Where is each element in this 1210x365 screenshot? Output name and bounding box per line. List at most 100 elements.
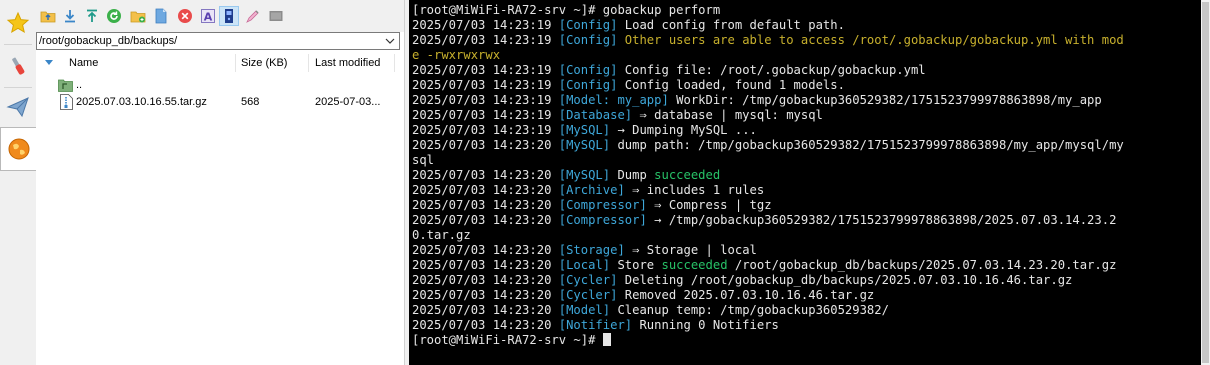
terminal-text: [root@MiWiFi-RA72-srv ~]# <box>412 333 603 347</box>
terminal-text: Dump <box>610 168 655 182</box>
scrollbar-thumb[interactable] <box>1202 2 1209 363</box>
terminal-text: WorkDir: /tmp/gobackup360529382/17515237… <box>668 93 1102 107</box>
terminal-line: 2025/07/03 14:23:19 [MySQL] → Dumping My… <box>412 123 1124 138</box>
terminal-text: Removed 2025.07.03.10.16.46.tar.gz <box>617 288 875 302</box>
terminal-line: 2025/07/03 14:23:20 [Archive] ⇒ includes… <box>412 183 1124 198</box>
edit-icon <box>246 10 259 23</box>
tab-send[interactable] <box>1 86 35 128</box>
delete-button[interactable] <box>175 6 195 26</box>
terminal-line: [root@MiWiFi-RA72-srv ~]# <box>412 333 1124 348</box>
hidden-files-button[interactable] <box>266 6 286 26</box>
terminal-follow-icon <box>225 9 233 23</box>
column-size[interactable]: Size (KB) <box>241 52 287 74</box>
log-tag: [Compressor] <box>558 213 647 227</box>
column-name[interactable]: Name <box>69 52 98 74</box>
log-tag: [Model: my_app] <box>558 93 669 107</box>
terminal-line: 2025/07/03 14:23:20 [Notifier] Running 0… <box>412 318 1124 333</box>
terminal-text: /root/gobackup_db/backups/2025.07.03.14.… <box>727 258 1117 272</box>
terminal-line: 2025/07/03 14:23:20 [Model] Cleanup temp… <box>412 303 1124 318</box>
tab-tools[interactable] <box>1 45 35 87</box>
terminal-text: 2025/07/03 14:23:20 <box>412 243 559 257</box>
new-folder-icon <box>130 11 146 23</box>
follow-terminal-toggle[interactable] <box>219 6 239 26</box>
svg-text:A: A <box>204 11 213 24</box>
terminal-text: 2025/07/03 14:23:19 <box>412 123 559 137</box>
terminal-text: → /tmp/gobackup360529382/175152379997886… <box>646 213 1117 227</box>
download-button[interactable] <box>60 6 80 26</box>
terminal-text: 2025/07/03 14:23:20 <box>412 198 559 212</box>
file-name: .. <box>76 79 83 91</box>
terminal-text: 2025/07/03 14:23:19 <box>412 18 559 32</box>
vertical-tab-strip <box>0 0 37 365</box>
terminal-text: dump path: /tmp/gobackup360529382/175152… <box>610 138 1124 152</box>
terminal-line: e -rwxrwxrwx <box>412 48 1124 63</box>
log-tag: [Storage] <box>558 243 625 257</box>
terminal-line: 0.tar.gz <box>412 228 1124 243</box>
delete-icon <box>178 9 192 23</box>
folder-up-button[interactable] <box>38 6 58 26</box>
column-last-modified[interactable]: Last modified <box>315 52 380 74</box>
log-tag: [Local] <box>558 258 611 272</box>
tab-sftp[interactable] <box>0 127 37 171</box>
terminal-text: → Dumping MySQL ... <box>610 123 757 137</box>
terminal-scrollbar[interactable] <box>1201 0 1210 365</box>
terminal-cursor <box>602 333 611 346</box>
download-icon <box>65 10 75 23</box>
file-list-header: Name Size (KB) Last modified <box>36 52 404 74</box>
log-tag: [Model] <box>558 303 611 317</box>
terminal-text: 2025/07/03 14:23:19 <box>412 78 559 92</box>
collapse-arrow-icon[interactable] <box>45 60 53 66</box>
terminal-text: 2025/07/03 14:23:20 <box>412 258 559 272</box>
log-tag: [Config] <box>558 78 618 92</box>
terminal-line: 2025/07/03 14:23:20 [Compressor] → /tmp/… <box>412 213 1124 228</box>
rename-button[interactable]: A <box>198 6 218 26</box>
terminal-text: Config file: /root/.gobackup/gobackup.ym… <box>617 63 926 77</box>
terminal-text: 2025/07/03 14:23:19 <box>412 63 559 77</box>
file-size: 568 <box>241 96 260 108</box>
path-combobox[interactable] <box>36 32 400 50</box>
refresh-button[interactable] <box>104 6 124 26</box>
upload-button[interactable] <box>82 6 102 26</box>
log-tag: [Compressor] <box>558 198 647 212</box>
terminal-text: Store <box>610 258 662 272</box>
file-modified: 2025-07-03... <box>315 96 381 108</box>
terminal-text: Load config from default path. <box>617 18 845 32</box>
terminal-line: 2025/07/03 14:23:19 [Config] Config load… <box>412 78 1124 93</box>
terminal-text: ⇒ Storage | local <box>624 243 757 257</box>
terminal-view[interactable]: [root@MiWiFi-RA72-srv ~]# gobackup perfo… <box>409 0 1201 365</box>
terminal-output: [root@MiWiFi-RA72-srv ~]# gobackup perfo… <box>412 3 1124 348</box>
terminal-text: 2025/07/03 14:23:20 <box>412 273 559 287</box>
terminal-text: 0.tar.gz <box>412 228 471 242</box>
tab-favorites[interactable] <box>1 2 35 44</box>
refresh-icon <box>107 9 121 23</box>
terminal-text: 2025/07/03 14:23:19 <box>412 108 559 122</box>
terminal-line: 2025/07/03 14:23:19 [Model: my_app] Work… <box>412 93 1124 108</box>
log-tag: [Notifier] <box>558 318 633 332</box>
new-file-icon <box>155 8 167 24</box>
new-file-button[interactable] <box>151 6 171 26</box>
log-tag: [Cycler] <box>558 273 618 287</box>
terminal-text: 2025/07/03 14:23:20 <box>412 318 559 332</box>
terminal-line: 2025/07/03 14:23:20 [Storage] ⇒ Storage … <box>412 243 1124 258</box>
terminal-line: 2025/07/03 14:23:19 [Database] ⇒ databas… <box>412 108 1124 123</box>
terminal-line: 2025/07/03 14:23:19 [Config] Config file… <box>412 63 1124 78</box>
terminal-text: Running 0 Notifiers <box>632 318 779 332</box>
tools-icon <box>12 57 25 75</box>
path-input[interactable] <box>38 34 380 48</box>
terminal-text: 2025/07/03 14:23:19 <box>412 33 559 47</box>
terminal-text: Config loaded, found 1 models. <box>617 78 845 92</box>
new-folder-button[interactable] <box>128 6 148 26</box>
parent-folder-icon <box>58 79 73 92</box>
log-tag: [Archive] <box>558 183 625 197</box>
success-text: succeeded <box>654 168 721 182</box>
file-row[interactable]: 2025.07.03.10.16.55.tar.gz 568 2025-07-0… <box>36 93 404 111</box>
chevron-down-icon[interactable] <box>383 35 397 47</box>
warning-text: Other users are able to access /root/.go… <box>617 33 1124 47</box>
edit-button[interactable] <box>243 6 263 26</box>
terminal-line: 2025/07/03 14:23:20 [Local] Store succee… <box>412 258 1124 273</box>
log-tag: [Config] <box>558 18 618 32</box>
star-icon <box>6 11 30 34</box>
file-row-parent[interactable]: .. <box>36 76 404 94</box>
rename-icon: A <box>201 9 215 24</box>
folder-up-icon <box>40 11 56 23</box>
